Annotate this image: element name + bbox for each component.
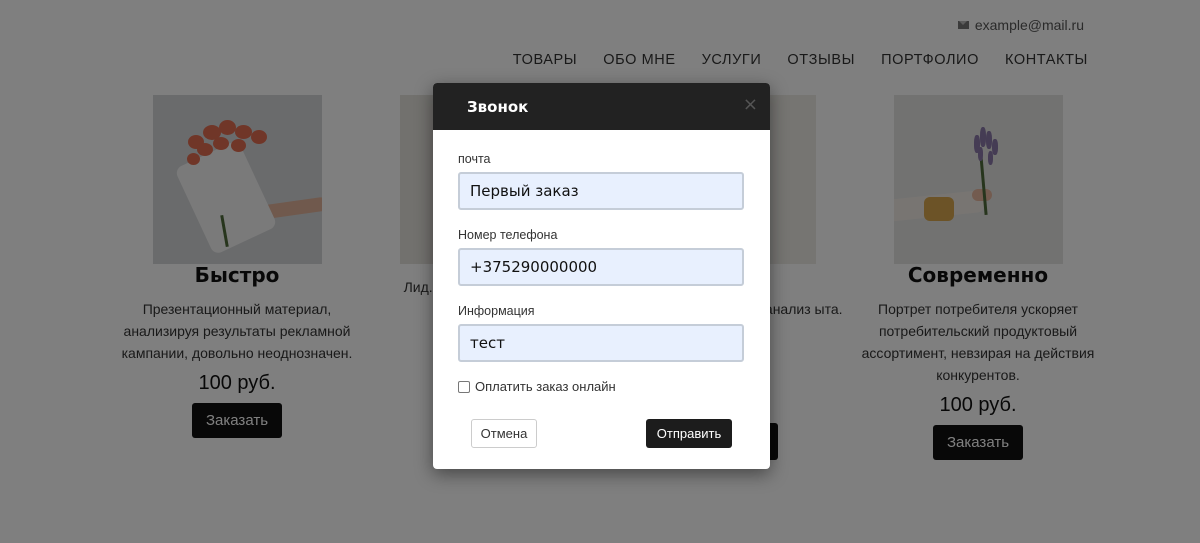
call-modal: Звонок × почта Номер телефона Информация… — [433, 83, 770, 469]
info-field[interactable] — [458, 324, 744, 362]
modal-title: Звонок — [467, 97, 529, 116]
phone-label: Номер телефона — [458, 228, 558, 242]
modal-body: почта Номер телефона Информация Оплатить… — [433, 130, 770, 394]
cancel-button[interactable]: Отмена — [471, 419, 537, 448]
phone-field[interactable] — [458, 248, 744, 286]
pay-online-label[interactable]: Оплатить заказ онлайн — [475, 379, 616, 394]
email-field[interactable] — [458, 172, 744, 210]
email-label: почта — [458, 152, 491, 166]
close-icon[interactable]: × — [743, 96, 758, 114]
pay-online-checkbox[interactable] — [458, 380, 470, 393]
modal-header: Звонок × — [433, 83, 770, 130]
pay-online-row[interactable]: Оплатить заказ онлайн — [458, 379, 745, 394]
info-label: Информация — [458, 304, 535, 318]
submit-button[interactable]: Отправить — [646, 419, 732, 448]
